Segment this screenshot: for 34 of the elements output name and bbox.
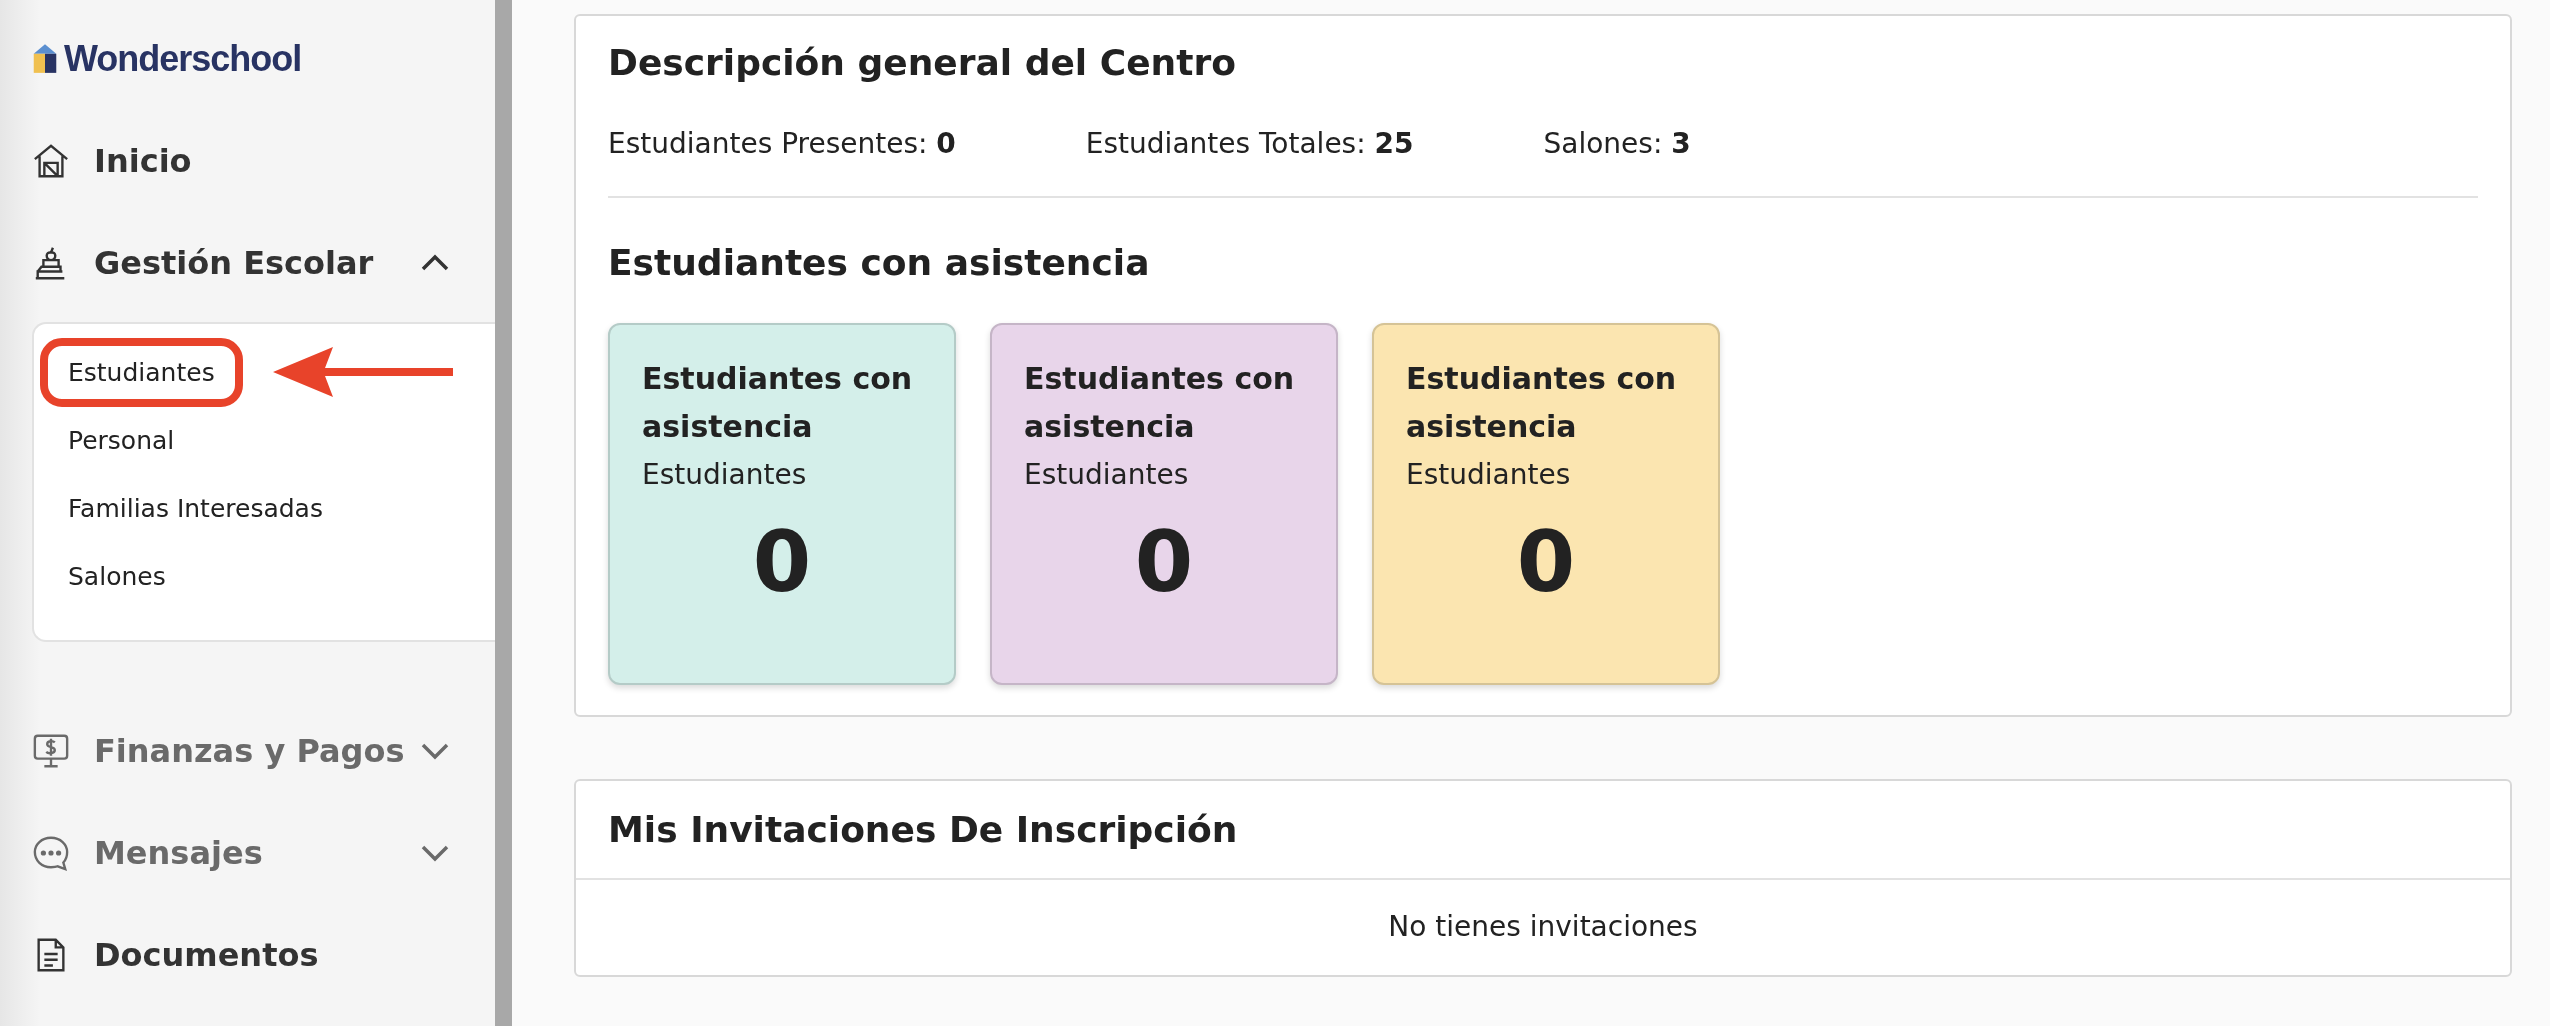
- card-title: Estudiantes con asistencia: [642, 360, 914, 446]
- card-title: Estudiantes con asistencia: [1024, 360, 1296, 446]
- panel-title: Mis Invitaciones De Inscripción: [576, 781, 2510, 880]
- nav-item[interactable]: Finanzas y Pagos: [32, 726, 462, 776]
- dollar-monitor-icon: [32, 732, 70, 770]
- nav-item[interactable]: Mensajes: [32, 828, 462, 878]
- chevron-down-icon: [420, 843, 450, 863]
- section-title: Estudiantes con asistencia: [608, 242, 1151, 283]
- card-subtitle: Estudiantes: [1024, 457, 1190, 493]
- logo-text: Wonderschool: [64, 38, 302, 80]
- nav-item[interactable]: Inicio: [32, 136, 462, 186]
- card-subtitle: Estudiantes: [642, 457, 808, 493]
- chat-bubble-icon: [32, 834, 70, 872]
- chevron-up-icon: [420, 253, 450, 273]
- submenu-item[interactable]: Salones: [40, 541, 194, 611]
- card-count: 0: [1133, 513, 1195, 611]
- home-icon: [32, 142, 70, 180]
- logo-icon: [32, 43, 58, 75]
- scrollbar[interactable]: [495, 0, 512, 1026]
- stat-text: Estudiantes Presentes: 0: [608, 127, 956, 160]
- empty-message: No tienes invitaciones: [1388, 910, 1698, 943]
- card-subtitle: Estudiantes: [1406, 457, 1572, 493]
- panel-title: Descripción general del Centro: [608, 42, 1237, 83]
- nav-group-header[interactable]: Gestión Escolar: [32, 238, 462, 288]
- submenu-item[interactable]: Personal: [40, 405, 203, 475]
- submenu-item[interactable]: Familias Interesadas: [40, 473, 351, 543]
- chevron-down-icon: [420, 741, 450, 761]
- submenu-item[interactable]: Estudiantes: [40, 337, 243, 407]
- nav-item[interactable]: Documentos: [32, 930, 462, 980]
- card-title: Estudiantes con asistencia: [1406, 360, 1678, 446]
- stat-text: Estudiantes Totales: 25: [1085, 127, 1414, 160]
- card-count: 0: [1515, 513, 1577, 611]
- stat-text: Salones: 3: [1543, 127, 1691, 160]
- card-count: 0: [751, 513, 813, 611]
